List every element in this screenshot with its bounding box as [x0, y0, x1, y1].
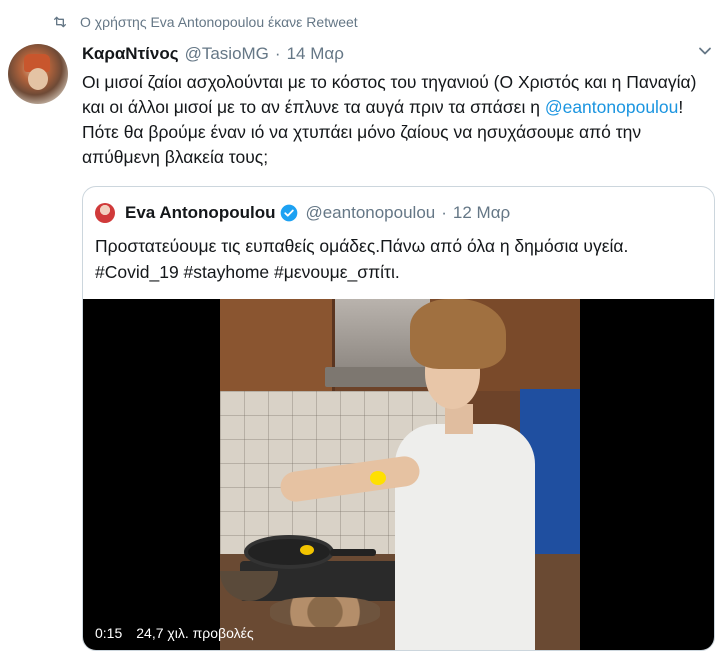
retweet-text: Ο χρήστης Eva Antonopoulou έκανε Retweet	[80, 14, 358, 30]
quoted-tweet[interactable]: Eva Antonopoulou @eantonopoulou · 12 Μαρ…	[82, 186, 715, 651]
author-name[interactable]: ΚαραΝτίνος	[82, 44, 179, 64]
retweet-icon	[54, 16, 66, 28]
chevron-down-icon[interactable]	[698, 44, 712, 58]
verified-badge-icon	[281, 204, 298, 222]
quoted-text: Προστατεύουμε τις ευπαθείς ομάδες.Πάνω α…	[95, 236, 629, 282]
quoted-header: Eva Antonopoulou @eantonopoulou · 12 Μαρ	[95, 203, 510, 223]
video-time: 0:15	[95, 625, 123, 641]
separator-dot: ·	[274, 44, 281, 63]
retweet-context: Ο χρήστης Eva Antonopoulou έκανε Retweet	[52, 14, 358, 30]
author-avatar[interactable]	[8, 44, 68, 104]
quoted-avatar[interactable]	[95, 203, 115, 223]
video-views: 24,7 χιλ. προβολές	[136, 625, 254, 641]
quoted-author-handle[interactable]: @eantonopoulou	[305, 203, 435, 223]
quoted-author-name[interactable]: Eva Antonopoulou	[125, 203, 275, 223]
mention-link[interactable]: @eantonopoulou	[545, 97, 679, 117]
tweet-date[interactable]: 14 Μαρ	[287, 44, 344, 64]
quoted-date[interactable]: 12 Μαρ	[453, 203, 510, 223]
tweet-header: ΚαραΝτίνος @TasioMG · 14 Μαρ	[82, 44, 344, 64]
video-frame	[220, 299, 580, 650]
video-overlay: 0:15 24,7 χιλ. προβολές	[95, 625, 254, 641]
quoted-separator-dot: ·	[441, 203, 447, 222]
tweet-text: Οι μισοί ζαίοι ασχολούνται με το κόστος …	[82, 70, 712, 170]
author-handle[interactable]: @TasioMG	[185, 44, 269, 64]
video-player[interactable]: 0:15 24,7 χιλ. προβολές	[83, 299, 714, 650]
